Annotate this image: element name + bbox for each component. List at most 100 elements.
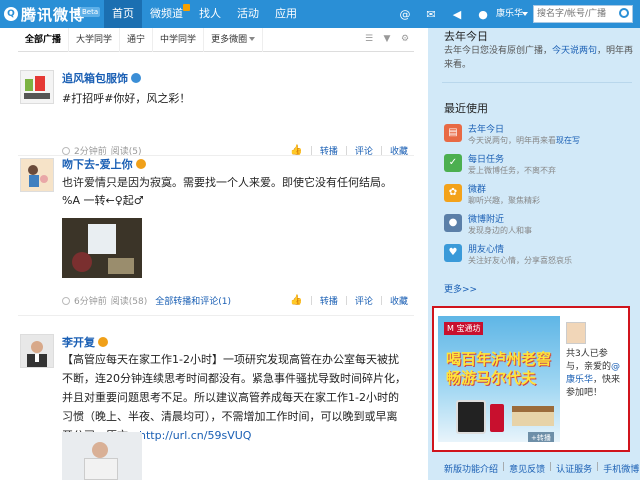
- divider: |: [379, 145, 383, 156]
- post-actions: 👍 | 转播 | 评论 | 收藏: [290, 294, 408, 307]
- top-navigation-bar: Q 腾讯微博 Beta 首页 微频道 找人 活动 应用 @ ✉ ◀ ● 康乐华: [0, 0, 640, 28]
- nav-events[interactable]: 活动: [229, 0, 267, 28]
- sound-icon[interactable]: ◀: [444, 0, 470, 28]
- today-text-body: 去年今日您没有原创广播，: [444, 46, 553, 56]
- task-icon: ✓: [444, 154, 462, 172]
- top-icons: @ ✉ ◀ ●: [392, 0, 496, 28]
- avatar[interactable]: [566, 322, 586, 344]
- user-icon[interactable]: ●: [470, 0, 496, 28]
- logo-icon: Q: [4, 7, 18, 21]
- user-name[interactable]: 康乐华: [496, 0, 523, 28]
- recent-title: 最近使用: [444, 102, 488, 115]
- clock-icon: [62, 146, 70, 155]
- divider: |: [502, 462, 506, 472]
- post-read-count: 阅读(58): [110, 297, 148, 307]
- recent-write-link[interactable]: 现在写: [556, 136, 580, 145]
- divider: [442, 82, 632, 83]
- mention-icon[interactable]: @: [392, 0, 418, 28]
- all-reposts-comments-link[interactable]: 全部转播和评论(1): [155, 294, 231, 307]
- mail-icon[interactable]: ✉: [418, 0, 444, 28]
- tab-all[interactable]: 全部广播: [18, 27, 70, 52]
- ad-panel[interactable]: M 宝通坊 喝百年泸州老窖 畅游马尔代夫 +转播 共3人已参与，亲爱的@康乐华，…: [432, 306, 630, 452]
- nav-home[interactable]: 首页: [104, 0, 142, 28]
- recent-item-desc: 发现身边的人和事: [468, 226, 532, 235]
- avatar[interactable]: [20, 158, 54, 192]
- post-text: 也许爱情只是因为寂寞。需要找一个人来爱。即使它没有任何结局。%A 一转←♀起♂: [62, 176, 392, 207]
- post-author[interactable]: 吻下去-爱上你: [62, 156, 146, 172]
- gear-icon[interactable]: ⚙: [400, 34, 410, 44]
- favorite-button[interactable]: 收藏: [390, 294, 408, 307]
- ad-text: 共3人已参与，亲爱的@康乐华，快来参加吧！: [566, 348, 622, 400]
- post-author-name: 李开复: [62, 336, 95, 349]
- post-image[interactable]: [62, 218, 142, 278]
- post-item: 追风箱包服饰 #打招呼#你好，风之彩！ 2分钟前 阅读(5) 👍 | 转播 | …: [18, 64, 414, 157]
- post-author[interactable]: 李开复: [62, 334, 108, 350]
- phone-icon: [456, 400, 486, 434]
- beta-badge: Beta: [80, 7, 101, 17]
- ad-title: 喝百年泸州老窖 畅游马尔代夫: [446, 350, 552, 387]
- mobile-weibo-link[interactable]: 手机微博: [603, 462, 639, 475]
- nav-channel[interactable]: 微频道: [142, 0, 191, 28]
- clock-icon: [62, 296, 70, 305]
- divider: |: [344, 295, 348, 306]
- list-view-icon[interactable]: ☰: [364, 34, 374, 44]
- avatar[interactable]: [20, 70, 54, 104]
- avatar-image-icon: [21, 159, 53, 191]
- recent-item[interactable]: ✓ 每日任务 爱上微博任务，不离不弃: [444, 152, 634, 180]
- recent-item[interactable]: ♥ 朋友心情 关注好友心情，分享喜怒哀乐: [444, 242, 634, 270]
- post-author-name: 吻下去-爱上你: [62, 158, 133, 171]
- ad-image[interactable]: M 宝通坊 喝百年泸州老窖 畅游马尔代夫 +转播: [438, 316, 560, 442]
- search-box[interactable]: [533, 5, 633, 23]
- recent-item-title[interactable]: 每日任务: [468, 152, 504, 165]
- new-features-link[interactable]: 新版功能介绍: [444, 462, 498, 475]
- person-head-shape: [92, 442, 108, 458]
- recent-item-title[interactable]: 去年今日: [468, 122, 504, 135]
- post-meta: 6分钟前 阅读(58) 全部转播和评论(1): [62, 294, 231, 307]
- search-icon[interactable]: [619, 8, 629, 18]
- calendar-icon: ▤: [444, 124, 462, 142]
- location-icon: ●: [444, 214, 462, 232]
- table-shape: [108, 258, 134, 274]
- post-author[interactable]: 追风箱包服饰: [62, 70, 141, 86]
- divider: |: [309, 295, 313, 306]
- logo-text: 腾讯微博: [21, 5, 86, 24]
- recent-item[interactable]: ✿ 微群 聊听兴趣，聚焦精彩: [444, 182, 634, 210]
- chevron-down-icon[interactable]: [522, 12, 528, 16]
- tab-university[interactable]: 大学同学: [69, 27, 121, 52]
- more-link[interactable]: 更多>>: [444, 282, 477, 295]
- today-write-link[interactable]: 今天说两句: [552, 46, 597, 56]
- divider: |: [309, 145, 313, 156]
- ad-repost-tag[interactable]: +转播: [528, 432, 554, 442]
- nav-find-people[interactable]: 找人: [191, 0, 229, 28]
- avatar[interactable]: [20, 334, 54, 368]
- recent-item[interactable]: ● 微博附近 发现身边的人和事: [444, 212, 634, 240]
- tab-middle-school[interactable]: 中学同学: [153, 27, 205, 52]
- feedback-link[interactable]: 意见反馈: [509, 462, 545, 475]
- verified-icon: [135, 159, 146, 169]
- new-badge-icon: [183, 4, 190, 11]
- filter-icon[interactable]: ▼: [382, 34, 392, 44]
- like-icon[interactable]: 👍: [290, 295, 302, 306]
- post-image[interactable]: [62, 432, 142, 480]
- logo[interactable]: Q 腾讯微博: [4, 4, 85, 24]
- search-input[interactable]: [537, 6, 613, 22]
- chevron-down-icon: [249, 37, 256, 41]
- nav-apps[interactable]: 应用: [267, 0, 305, 28]
- divider: |: [549, 462, 553, 472]
- recent-item-title[interactable]: 微博附近: [468, 212, 504, 225]
- main-feed: 全部广播 大学同学 通宁 中学同学 更多微圈 ☰ ▼ ⚙ 追风箱包服饰 #打招呼…: [0, 27, 422, 480]
- post-time[interactable]: 6分钟前: [74, 294, 107, 307]
- heart-icon: ♥: [444, 244, 462, 262]
- recent-item-desc: 聊听兴趣，聚焦精彩: [468, 196, 540, 205]
- repost-button[interactable]: 转播: [320, 294, 338, 307]
- comment-button[interactable]: 评论: [355, 294, 373, 307]
- verification-link[interactable]: 认证服务: [556, 462, 592, 475]
- post-url-link[interactable]: http://url.cn/59sVUQ: [139, 429, 251, 442]
- recent-item[interactable]: ▤ 去年今日 今天说两句，明年再来看现在写: [444, 122, 634, 150]
- recent-item-title[interactable]: 朋友心情: [468, 242, 504, 255]
- like-icon[interactable]: 👍: [290, 145, 302, 156]
- recent-item-title[interactable]: 微群: [468, 182, 486, 195]
- person-body-shape: [84, 458, 118, 480]
- tab-more-circles[interactable]: 更多微圈: [204, 27, 264, 52]
- tab-tongning[interactable]: 通宁: [120, 27, 154, 52]
